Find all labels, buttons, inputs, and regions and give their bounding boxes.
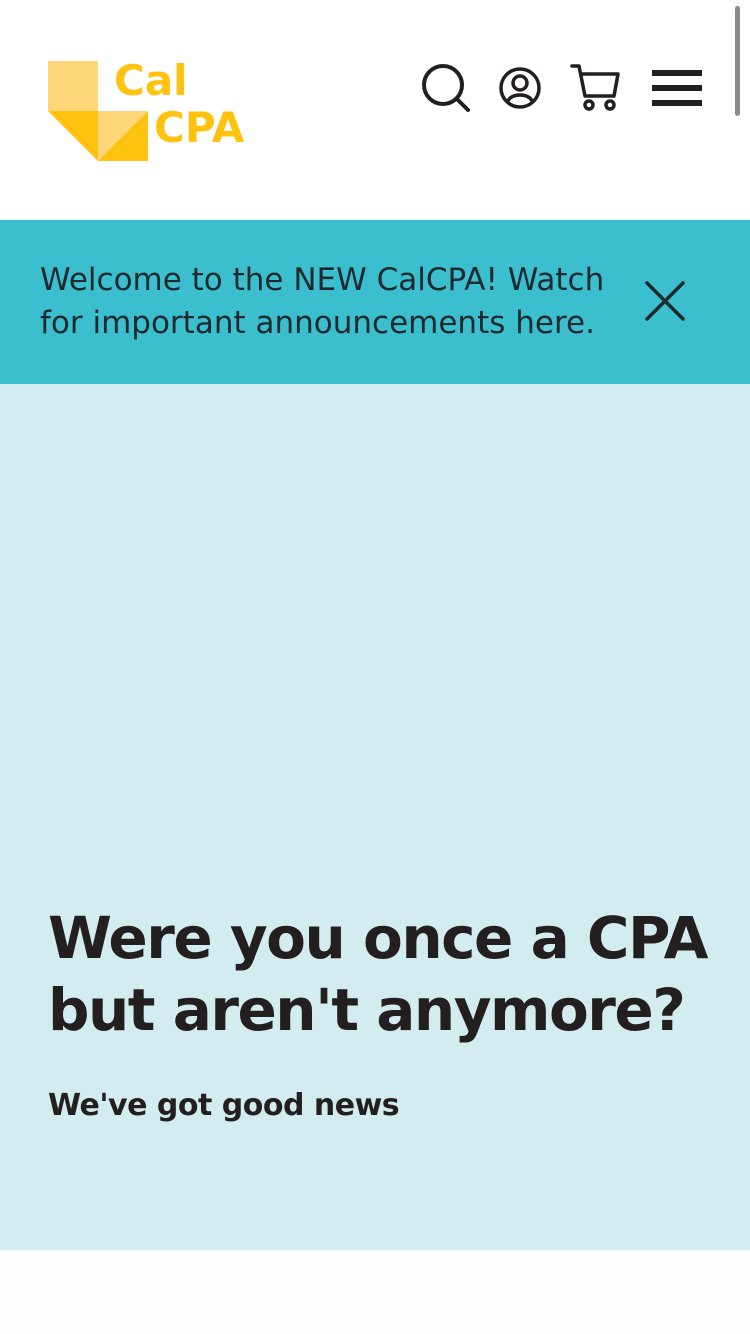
site-header: Cal CPA	[0, 0, 750, 220]
page: Cal CPA Welcome to the NEW CalCPA! Watch…	[0, 0, 750, 1334]
account-icon[interactable]	[492, 60, 548, 116]
next-section	[0, 1250, 750, 1334]
logo-text-cal: Cal	[114, 56, 188, 105]
header-actions	[418, 60, 708, 116]
hero-section: Were you once a CPA but aren't anymore? …	[0, 384, 750, 1250]
close-icon[interactable]	[640, 276, 690, 326]
announcement-text: Welcome to the NEW CalCPA! Watch for imp…	[40, 262, 605, 341]
cart-icon[interactable]	[568, 60, 624, 116]
announcement-banner: Welcome to the NEW CalCPA! Watch for imp…	[0, 220, 750, 384]
search-icon[interactable]	[418, 60, 474, 116]
calcpa-logo[interactable]: Cal CPA	[48, 58, 258, 162]
hero-title: Were you once a CPA but aren't anymore?	[48, 904, 709, 1044]
logo-text-cpa: CPA	[154, 103, 245, 152]
menu-icon[interactable]	[650, 60, 706, 116]
scrollbar[interactable]	[735, 6, 740, 116]
hero-subtitle: We've got good news	[48, 1088, 400, 1123]
